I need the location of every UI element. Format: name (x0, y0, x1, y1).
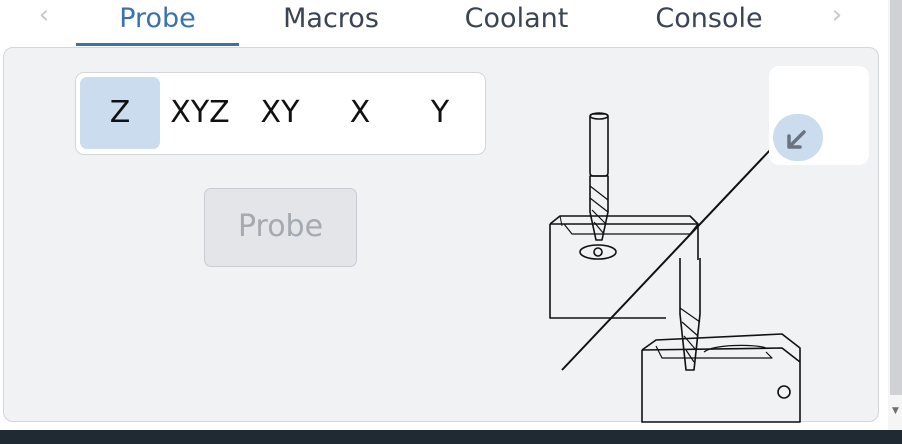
tab-scroll-left-icon[interactable]: ‹ (29, 0, 59, 34)
tab-bar: ‹ Probe Macros Coolant Console › (0, 0, 888, 46)
probe-button[interactable]: Probe (204, 188, 357, 267)
tab-scroll-right-icon[interactable]: › (822, 0, 852, 34)
tab-macros[interactable]: Macros (262, 0, 400, 46)
axis-option-xyz[interactable]: XYZ (160, 77, 240, 149)
axis-option-z[interactable]: Z (80, 77, 160, 149)
axis-option-xy[interactable]: XY (240, 77, 320, 149)
tab-coolant[interactable]: Coolant (440, 0, 593, 46)
arrow-down-left-icon (787, 130, 806, 149)
axis-option-x[interactable]: X (320, 77, 400, 149)
side-card (769, 66, 869, 165)
tab-probe[interactable]: Probe (76, 0, 239, 46)
scrollbar-thumb[interactable] (890, 0, 902, 395)
scroll-down-icon[interactable]: ▼ (889, 404, 902, 418)
probe-axis-selector: Z XYZ XY X Y (75, 72, 486, 155)
tab-console[interactable]: Console (634, 0, 784, 46)
probe-illustration (549, 112, 801, 423)
bottom-bar (0, 430, 902, 444)
axis-option-y[interactable]: Y (400, 77, 480, 149)
probe-panel: Z XYZ XY X Y Probe (3, 47, 879, 423)
collapse-button[interactable] (773, 114, 823, 161)
